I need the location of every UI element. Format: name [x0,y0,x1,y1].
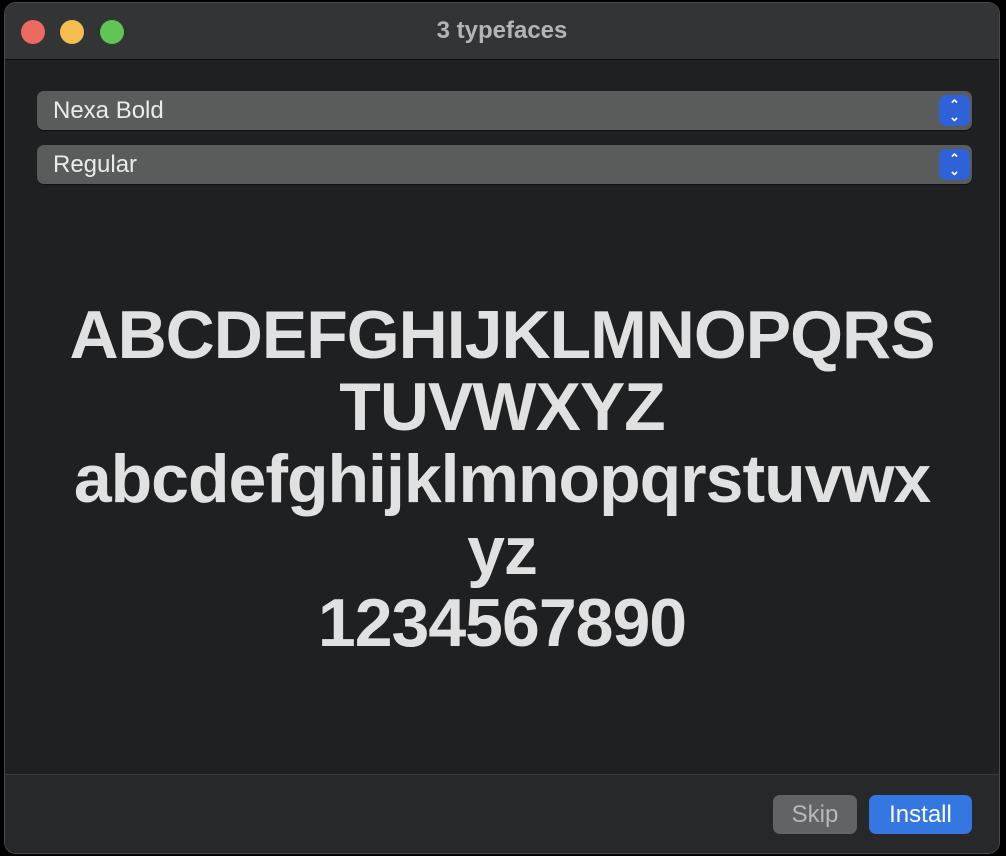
up-down-chevron-icon: ⌃ ⌄ [939,95,970,126]
sample-line: TUVWXYZ [339,369,665,445]
font-style-value: Regular [53,151,138,178]
skip-button[interactable]: Skip [773,795,857,834]
font-family-select[interactable]: Nexa Bold ⌃ ⌄ [37,91,972,130]
sample-line: ABCDEFGHIJKLMNOPQRS [69,297,935,373]
footer-bar: Skip Install [5,774,999,853]
title-bar: 3 typefaces [5,3,999,60]
sample-line: abcdefghijklmnopqrstuvwx [73,441,931,517]
font-sample-preview: ABCDEFGHIJKLMNOPQRS TUVWXYZ abcdefghijkl… [5,299,999,659]
font-style-select[interactable]: Regular ⌃ ⌄ [37,145,972,184]
up-down-chevron-icon: ⌃ ⌄ [939,149,970,180]
font-family-value: Nexa Bold [53,97,164,124]
install-button[interactable]: Install [869,795,972,834]
sample-line: yz [467,513,538,589]
font-install-window: 3 typefaces Nexa Bold ⌃ ⌄ Regular ⌃ ⌄ ABCD… [4,2,1000,854]
window-title: 3 typefaces [436,17,568,44]
sample-line: 1234567890 [317,585,687,661]
